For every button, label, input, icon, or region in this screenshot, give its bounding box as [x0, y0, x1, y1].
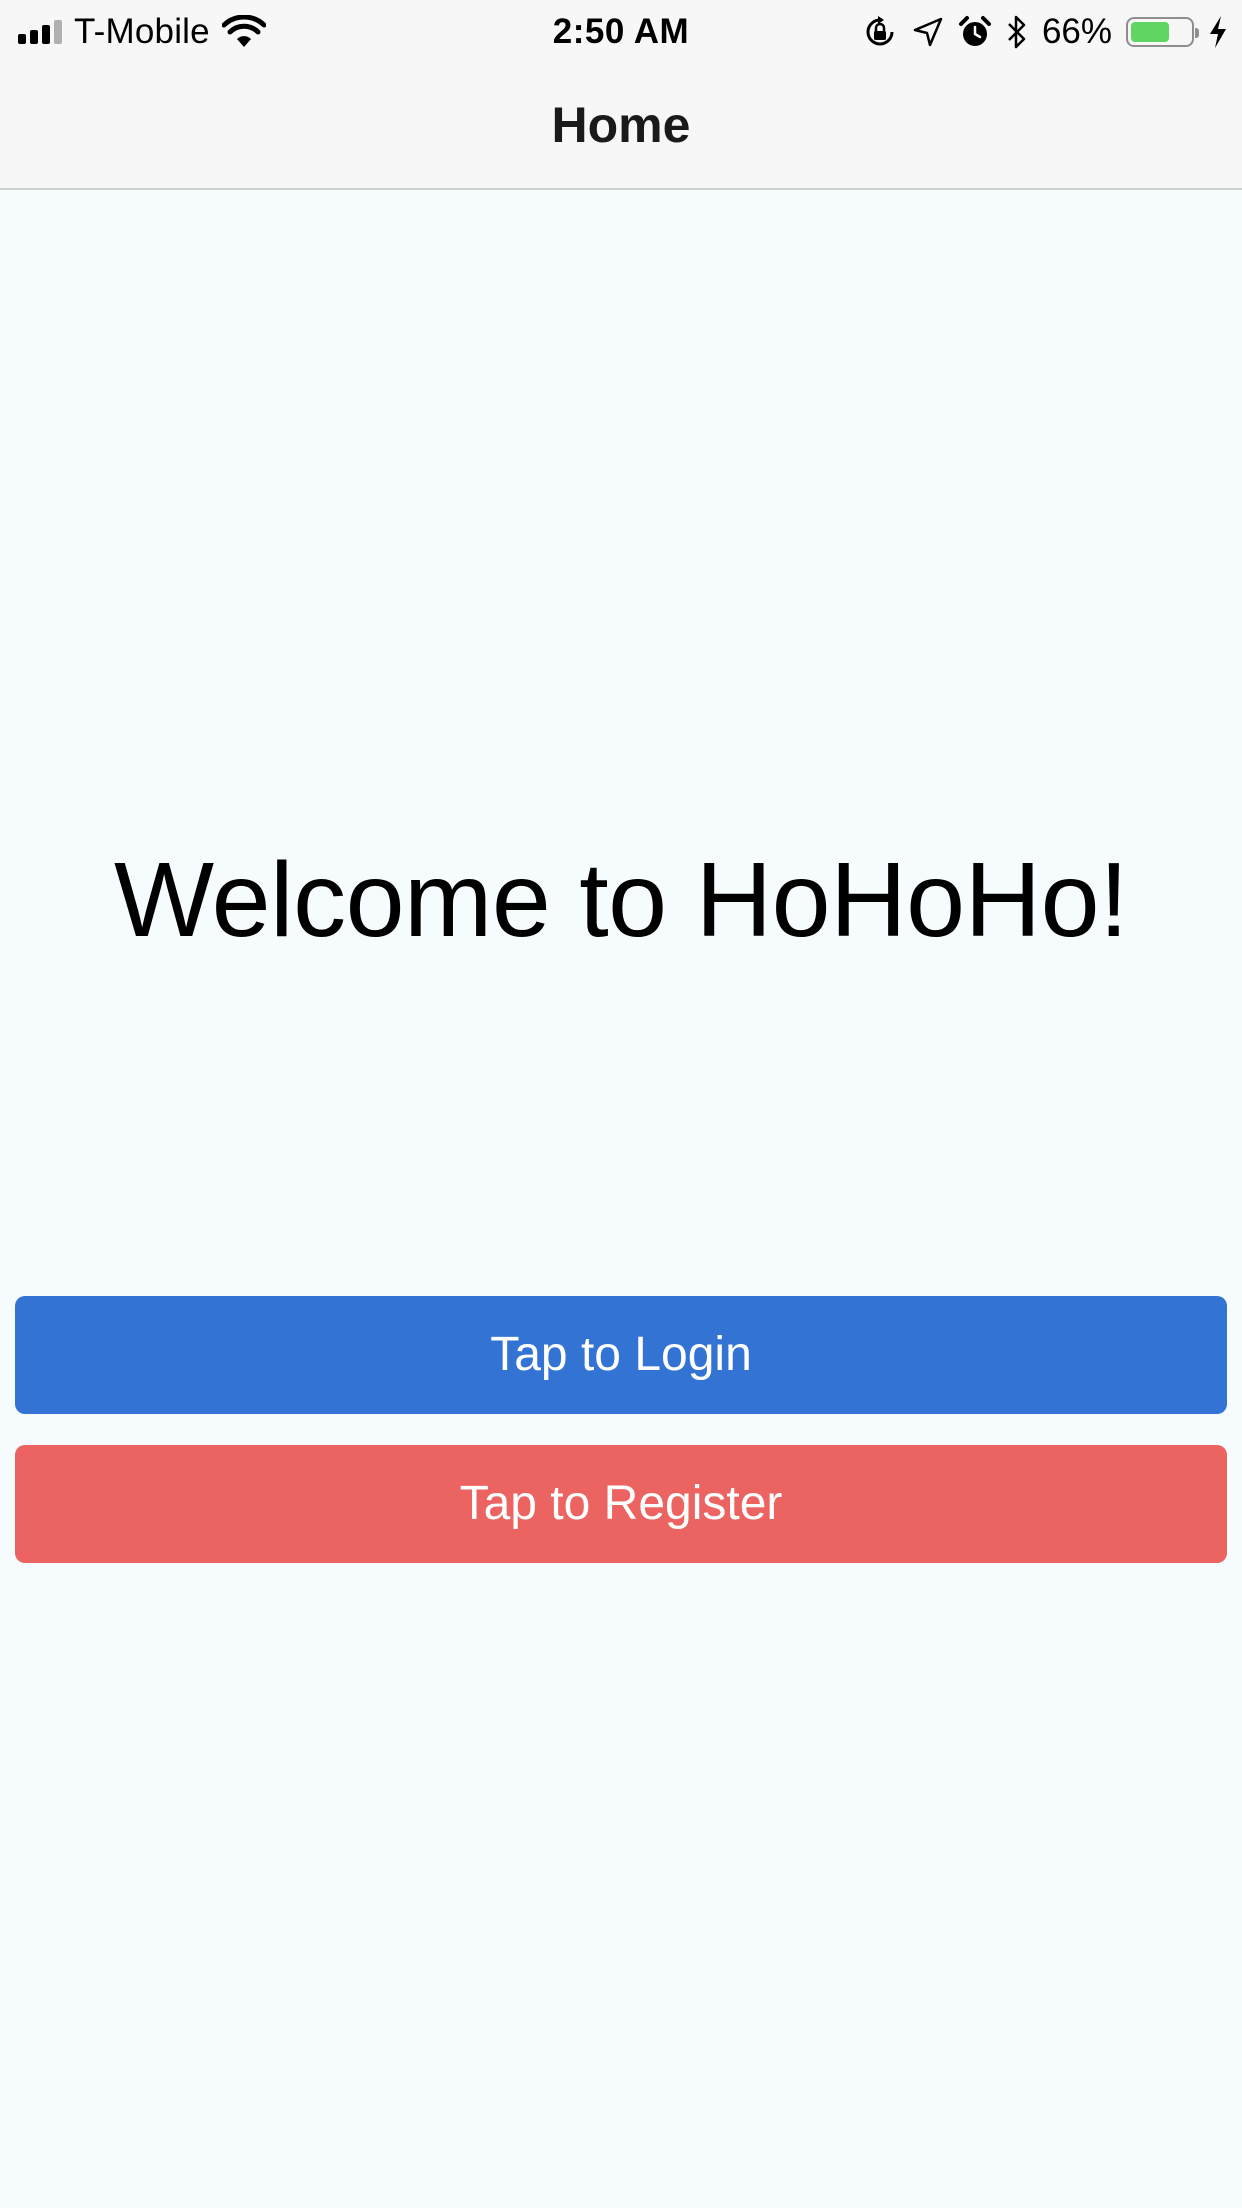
charging-icon: [1210, 16, 1226, 48]
register-button[interactable]: Tap to Register: [15, 1445, 1227, 1563]
welcome-heading: Welcome to HoHoHo!: [113, 841, 1129, 959]
orientation-lock-icon: [866, 16, 894, 46]
navigation-bar: Home: [0, 62, 1242, 190]
location-icon: [913, 17, 943, 47]
page-title: Home: [551, 97, 691, 153]
login-button[interactable]: Tap to Login: [15, 1296, 1227, 1414]
battery-icon: [1126, 17, 1199, 47]
status-right: 66%: [862, 10, 1228, 54]
alarm-icon: [958, 16, 991, 46]
battery-fill: [1131, 22, 1170, 42]
battery-percent: 66%: [1041, 12, 1112, 51]
status-bar: T-Mobile 2:50 AM 66%: [0, 0, 1242, 62]
bluetooth-icon: [1008, 15, 1026, 49]
